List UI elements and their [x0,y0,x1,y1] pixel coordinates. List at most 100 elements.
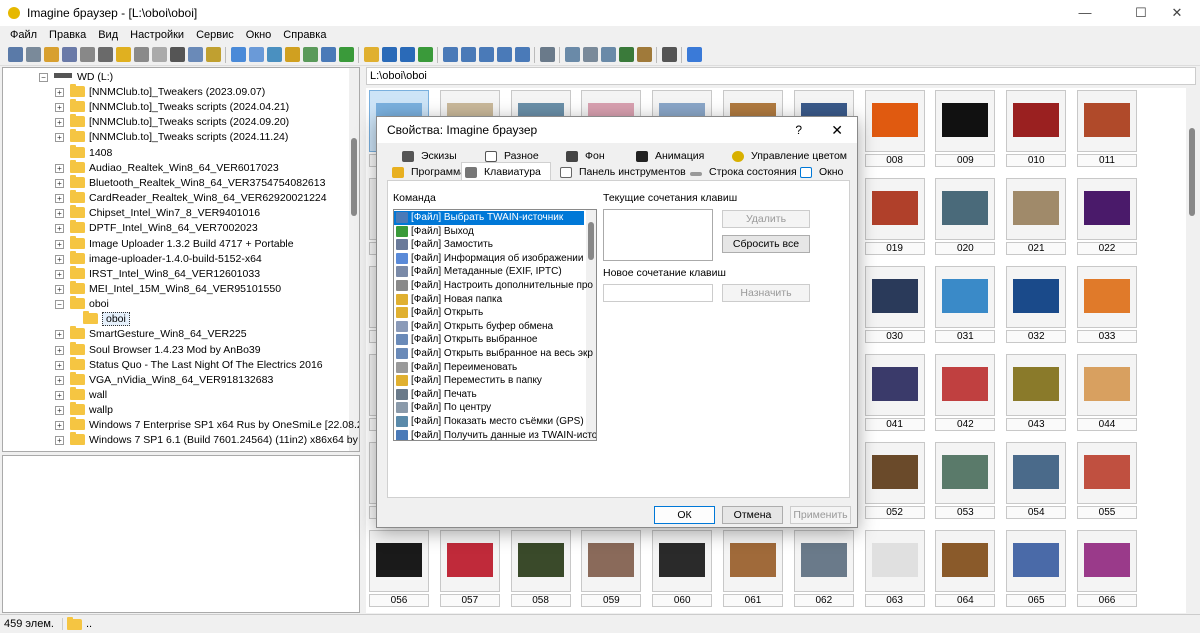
toolbar-paste-icon[interactable] [151,47,167,62]
thumbnail[interactable] [864,266,925,328]
thumbnail[interactable] [369,530,429,592]
tree-folder-item[interactable]: + SmartGesture_Win8_64_VER225 [55,326,247,342]
tab-status-bar[interactable]: Строка состояния [687,165,797,180]
path-field[interactable]: L:\oboi\oboi [366,67,1196,85]
command-item[interactable]: [Файл] По центру [394,401,584,415]
tree-folder-item[interactable]: + Audiao_Realtek_Win8_64_VER6017023 [55,159,279,176]
expand-icon[interactable]: + [55,360,64,370]
menu-help[interactable]: Справка [277,29,332,41]
toolbar-save-icon[interactable] [61,47,77,62]
menu-settings[interactable]: Настройки [124,29,190,41]
tree-folder-item[interactable]: + wallp [55,402,113,418]
tree-folder-item[interactable]: + CardReader_Realtek_Win8_64_VER629200212… [55,190,327,206]
tree-folder-item[interactable]: + [NNMClub.to]_Tweaks scripts (2024.11.24… [55,129,288,145]
thumbnail[interactable] [1006,90,1067,152]
toolbar-info-icon[interactable] [97,47,113,62]
toolbar-open-folder-icon[interactable] [43,47,59,62]
toolbar-tool-19-icon[interactable] [363,47,379,62]
thumbnail[interactable] [935,442,996,504]
thumbnail[interactable] [864,178,925,240]
thumbnail[interactable] [935,354,996,416]
toolbar-tool-21-icon[interactable] [399,47,415,62]
menu-edit[interactable]: Правка [43,29,92,41]
thumbnail[interactable] [935,530,996,592]
thumbnail[interactable] [864,90,925,152]
tab-background[interactable]: Фон [563,149,605,164]
toolbar-tool-14-icon[interactable] [266,47,282,62]
toolbar-print-icon[interactable] [187,47,203,62]
tree-folder-item[interactable]: + [NNMClub.to]_Tweaks scripts (2024.09.20… [55,114,289,130]
toolbar-tool-33-icon[interactable] [636,47,652,62]
current-keys-list[interactable] [603,209,713,261]
thumbnail[interactable] [1077,442,1137,504]
command-item[interactable]: [Файл] Открыть буфер обмена [394,320,584,334]
toolbar-tool-15-icon[interactable] [284,47,300,62]
tree-folder-item[interactable]: + image-uploader-1.4.0-build-5152-x64 [55,250,262,267]
new-key-field[interactable] [603,284,713,302]
thumbnail[interactable] [935,266,996,328]
reset-all-button[interactable]: Сбросить все [722,235,810,253]
toolbar-tool-13-icon[interactable] [248,47,264,62]
menu-view[interactable]: Вид [92,29,124,41]
thumbnail[interactable] [652,530,713,592]
expand-icon[interactable]: + [55,406,64,416]
toolbar-tool-18-icon[interactable] [338,47,354,62]
command-item[interactable]: [Файл] Замостить [394,238,584,252]
toolbar-tool-32-icon[interactable] [618,47,634,62]
tree-folder-item[interactable]: + MEI_Intel_15M_Win8_64_VER95101550 [55,280,281,297]
tree-folder-item[interactable]: + Windows 7 SP1 6.1 (Build 7601.24564) (1… [55,432,359,448]
expand-icon[interactable]: + [55,391,64,400]
tree-folder-item[interactable]: + IRST_Intel_Win8_64_VER12601033 [55,265,260,282]
tree-folder-item[interactable]: + VGA_nVidia_Win8_64_VER918132683 [55,371,273,388]
toolbar-view-icon[interactable] [7,47,23,62]
thumbnail[interactable] [1006,266,1067,328]
thumbnail[interactable] [1006,442,1067,504]
expand-icon[interactable]: + [55,345,64,355]
toolbar-cut-icon[interactable] [169,47,185,62]
expand-icon[interactable]: + [55,103,64,113]
command-list-scrollbar[interactable] [586,210,596,440]
toolbar-delete-icon[interactable] [79,47,95,62]
toolbar-tool-16-icon[interactable] [302,47,318,62]
tab-toolbar[interactable]: Панель инструментов [557,165,686,180]
thumbnail[interactable] [1006,530,1067,592]
command-item[interactable]: [Файл] Новая папка [394,293,584,307]
thumbnail[interactable] [1077,354,1137,416]
thumbnail[interactable] [793,530,854,592]
ok-button[interactable]: ОК [654,506,715,524]
tree-folder-item[interactable]: oboi [83,311,130,327]
command-item[interactable]: [Файл] Показать место съёмки (GPS) [394,415,584,429]
toolbar-tool-31-icon[interactable] [600,47,616,62]
delete-button[interactable]: Удалить [722,210,810,228]
cancel-button[interactable]: Отмена [722,506,783,524]
tab-program[interactable]: Программа [389,165,466,180]
tree-folder-item[interactable]: + wall [55,387,107,403]
tree-folder-item[interactable]: + [NNMClub.to]_Tweaks scripts (2024.04.21… [55,99,289,115]
tab-keyboard[interactable]: Клавиатура [461,162,551,181]
expand-icon[interactable]: + [55,436,64,446]
expand-icon[interactable]: + [55,375,64,385]
command-item[interactable]: [Файл] Выход [394,225,584,239]
expand-icon[interactable]: + [55,284,64,294]
thumbnail[interactable] [864,354,925,416]
thumbnail[interactable] [439,530,500,592]
menu-service[interactable]: Сервис [190,29,240,41]
expand-icon[interactable]: + [55,209,64,219]
menu-window[interactable]: Окно [240,29,278,41]
expand-icon[interactable]: + [55,178,64,188]
expand-icon[interactable]: + [55,224,64,234]
toolbar-tool-29-icon[interactable] [564,47,580,62]
command-item[interactable]: [Файл] Настроить дополнительные про [394,279,593,293]
tree-folder-item[interactable]: + [NNMClub.to]_Tweakers (2023.09.07) [55,84,265,100]
expand-icon[interactable]: + [55,254,64,264]
collapse-icon[interactable]: − [39,73,48,82]
toolbar-tool-17-icon[interactable] [320,47,336,62]
thumbnail[interactable] [1077,178,1137,240]
expand-icon[interactable]: + [55,421,64,431]
tree-folder-item[interactable]: 1408 [55,144,112,161]
thumbnail[interactable] [510,530,571,592]
apply-button[interactable]: Применить [790,506,851,524]
expand-icon[interactable]: + [55,118,64,128]
toolbar-tool-24-icon[interactable] [460,47,476,62]
expand-icon[interactable]: + [55,194,64,204]
